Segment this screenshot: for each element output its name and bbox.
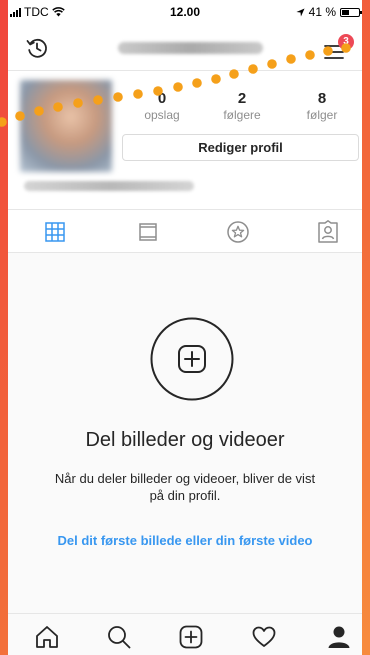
- stat-label: følger: [306, 108, 338, 122]
- tab-tagged[interactable]: [316, 220, 340, 244]
- stat-value: 8: [317, 90, 327, 107]
- star-icon: [227, 221, 249, 243]
- stat-label: følgere: [223, 108, 261, 122]
- search-icon: [108, 626, 131, 649]
- stat-value: 2: [237, 90, 247, 107]
- tab-feed-list[interactable]: [136, 220, 160, 244]
- battery-icon: [340, 7, 362, 17]
- bottom-tab-bar: [8, 613, 362, 655]
- empty-state: Del billeder og videoer Når du deler bil…: [8, 253, 362, 613]
- home-icon: [36, 626, 58, 648]
- add-post-icon: [179, 625, 203, 649]
- nav-activity[interactable]: [251, 624, 277, 650]
- empty-state-title: Del billeder og videoer: [85, 429, 285, 451]
- history-icon: [26, 38, 47, 58]
- notification-badge: 3: [338, 34, 354, 50]
- profile-top-bar: 3: [8, 28, 362, 71]
- profile-avatar[interactable]: [20, 80, 112, 172]
- add-photo-button[interactable]: [150, 317, 234, 401]
- empty-state-description: Når du deler billeder og videoer, bliver…: [54, 471, 316, 503]
- location-arrow-icon: [296, 7, 305, 17]
- nav-new-post[interactable]: [178, 624, 204, 650]
- status-bar: TDC 12.00 41 %: [8, 0, 362, 24]
- phone-screen: TDC 12.00 41 % 3 0 opslag 2 følgere 8 fø…: [8, 0, 362, 655]
- stat-value: 0: [157, 90, 167, 107]
- stat-label: opslag: [144, 108, 180, 122]
- username-blurred[interactable]: [118, 42, 263, 54]
- archive-history-button[interactable]: [25, 36, 49, 60]
- profile-icon: [328, 626, 350, 648]
- grid-icon: [45, 222, 65, 242]
- heart-icon: [252, 626, 276, 647]
- full-name-blurred: [24, 181, 194, 191]
- nav-home[interactable]: [34, 624, 60, 650]
- tagged-person-icon: [318, 220, 338, 243]
- following-count[interactable]: 8 følger: [282, 90, 362, 122]
- tab-saved[interactable]: [226, 220, 250, 244]
- battery-area: 41 %: [296, 5, 362, 19]
- nav-search[interactable]: [106, 624, 132, 650]
- profile-tabs: [8, 209, 362, 253]
- battery-percent: 41 %: [308, 5, 336, 19]
- posts-count[interactable]: 0 opslag: [122, 90, 202, 122]
- options-menu-button[interactable]: 3: [322, 34, 354, 62]
- followers-count[interactable]: 2 følgere: [202, 90, 282, 122]
- profile-stats: 0 opslag 2 følgere 8 følger: [122, 90, 362, 122]
- annotation-dot: [0, 117, 7, 127]
- feed-list-icon: [139, 223, 157, 241]
- edit-profile-button[interactable]: Rediger profil: [122, 134, 359, 161]
- share-first-post-link[interactable]: Del dit første billede eller din første …: [8, 533, 362, 548]
- tab-grid[interactable]: [43, 220, 67, 244]
- plus-circle-icon: [150, 317, 234, 401]
- nav-profile[interactable]: [326, 624, 352, 650]
